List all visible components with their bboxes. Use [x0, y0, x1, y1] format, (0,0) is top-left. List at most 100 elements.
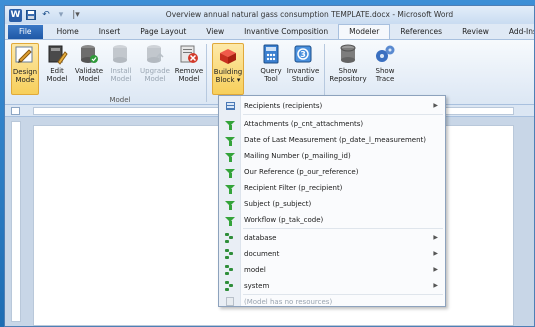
svg-text:3: 3 — [300, 50, 306, 59]
tab-insert[interactable]: Insert — [89, 25, 131, 39]
menu-item-label: Date of Last Measurement (p_date_l_measu… — [244, 135, 426, 144]
submenu-arrow-icon: ▶ — [433, 266, 438, 273]
building-block-label-1: Building — [213, 68, 243, 76]
submenu-arrow-icon: ▶ — [433, 234, 438, 241]
tree-icon — [225, 264, 235, 275]
filter-icon — [225, 121, 235, 130]
menu-separator — [243, 114, 443, 115]
menu-item-label: database — [244, 233, 277, 242]
ribbon-group-separator — [206, 44, 207, 102]
show-repository-icon — [337, 43, 359, 65]
menu-item-label: Attachments (p_cnt_attachments) — [244, 119, 364, 128]
query-tool-label-1: Query — [260, 67, 282, 75]
building-block-button[interactable]: Building Block ▾ — [212, 43, 244, 95]
query-tool-label-2: Tool — [264, 75, 278, 83]
show-repository-label-1: Show — [338, 67, 358, 75]
submenu-arrow-icon: ▶ — [433, 102, 438, 109]
query-tool-icon — [260, 43, 282, 65]
menu-item-document[interactable]: document ▶ — [219, 246, 445, 261]
menu-item-date-of-last-measurement[interactable]: Date of Last Measurement (p_date_l_measu… — [219, 132, 445, 147]
filter-icon — [225, 217, 235, 226]
resource-icon — [226, 297, 234, 306]
building-block-icon — [217, 44, 239, 66]
upgrade-model-label-2: Model — [144, 75, 166, 83]
menu-item-subject[interactable]: Subject (p_subject) — [219, 196, 445, 211]
tree-icon — [225, 232, 235, 243]
edit-model-label-1: Edit — [50, 67, 64, 75]
menu-item-label: (Model has no resources) — [244, 297, 333, 306]
window-title: Overview annual natural gass consumption… — [165, 10, 454, 19]
menu-item-label: Workflow (p_tak_code) — [244, 215, 324, 224]
menu-item-model[interactable]: model ▶ — [219, 262, 445, 277]
word-window: W ↶ ▾ |▾ Overview annual natural gass co… — [4, 5, 535, 327]
show-repository-button[interactable]: Show Repository — [329, 43, 367, 95]
design-mode-icon — [14, 44, 36, 66]
upgrade-model-button[interactable]: Upgrade Model — [140, 43, 170, 95]
filter-icon — [225, 137, 235, 146]
filter-icon — [225, 201, 235, 210]
filter-icon — [225, 169, 235, 178]
show-repository-label-2: Repository — [329, 75, 367, 83]
validate-model-button[interactable]: Validate Model — [75, 43, 103, 95]
menu-item-recipient-filter[interactable]: Recipient Filter (p_recipient) — [219, 180, 445, 195]
tab-page-layout[interactable]: Page Layout — [130, 25, 196, 39]
menu-item-label: Subject (p_subject) — [244, 199, 312, 208]
show-trace-button[interactable]: Show Trace — [371, 43, 399, 95]
design-mode-label-2: Mode — [15, 76, 35, 84]
building-block-label-2: Block ▾ — [215, 76, 241, 84]
title-bar: W ↶ ▾ |▾ Overview annual natural gass co… — [5, 6, 534, 24]
menu-item-label: Mailing Number (p_mailing_id) — [244, 151, 351, 160]
menu-item-label: model — [244, 265, 266, 274]
show-trace-label-1: Show — [375, 67, 395, 75]
edit-model-label-2: Model — [46, 75, 68, 83]
tab-references[interactable]: References — [390, 25, 452, 39]
menu-item-our-reference[interactable]: Our Reference (p_our_reference) — [219, 164, 445, 179]
invantive-studio-icon: 3 — [292, 43, 314, 65]
install-model-label-2: Model — [110, 75, 132, 83]
menu-item-recipients[interactable]: Recipients (recipients) ▶ — [219, 98, 445, 113]
install-model-icon — [110, 43, 132, 65]
menu-item-workflow[interactable]: Workflow (p_tak_code) — [219, 212, 445, 227]
remove-model-button[interactable]: Remove Model — [175, 43, 203, 95]
menu-item-mailing-number[interactable]: Mailing Number (p_mailing_id) — [219, 148, 445, 163]
validate-model-label-2: Model — [78, 75, 100, 83]
submenu-arrow-icon: ▶ — [433, 282, 438, 289]
menu-item-no-resources: (Model has no resources) — [219, 294, 445, 309]
building-block-menu: Recipients (recipients) ▶ Attachments (p… — [218, 95, 446, 307]
show-trace-icon — [374, 43, 396, 65]
remove-model-label-1: Remove — [174, 67, 204, 75]
table-icon — [225, 101, 235, 110]
tab-add-ins[interactable]: Add-Ins — [499, 25, 534, 39]
ribbon-group-separator-2 — [324, 44, 325, 102]
menu-item-label: Recipient Filter (p_recipient) — [244, 183, 343, 192]
filter-icon — [225, 185, 235, 194]
vertical-ruler — [11, 121, 21, 322]
ribbon-group-label-model: Model — [109, 96, 131, 104]
install-model-label-1: Install — [110, 67, 132, 75]
menu-item-attachments[interactable]: Attachments (p_cnt_attachments) — [219, 116, 445, 131]
tab-selector-icon[interactable] — [11, 107, 20, 115]
validate-model-label-1: Validate — [74, 67, 104, 75]
tree-icon — [225, 280, 235, 291]
edit-model-button[interactable]: Edit Model — [43, 43, 71, 95]
menu-separator — [243, 228, 443, 229]
tab-view[interactable]: View — [196, 25, 234, 39]
tab-invantive-composition[interactable]: Invantive Composition — [234, 25, 338, 39]
menu-item-database[interactable]: database ▶ — [219, 230, 445, 245]
filter-icon — [225, 153, 235, 162]
upgrade-model-icon — [144, 43, 166, 65]
ribbon-tabs: File Home Insert Page Layout View Invant… — [5, 24, 534, 39]
menu-item-label: document — [244, 249, 280, 258]
menu-item-label: system — [244, 281, 270, 290]
tree-icon — [225, 248, 235, 259]
design-mode-button[interactable]: Design Mode — [11, 43, 39, 95]
tab-modeler[interactable]: Modeler — [338, 24, 391, 39]
query-tool-button[interactable]: Query Tool — [257, 43, 285, 95]
tab-review[interactable]: Review — [452, 25, 499, 39]
install-model-button[interactable]: Install Model — [107, 43, 135, 95]
remove-model-icon — [178, 43, 200, 65]
invantive-studio-button[interactable]: 3 Invantive Studio — [287, 43, 319, 95]
tab-home[interactable]: Home — [47, 25, 89, 39]
menu-item-system[interactable]: system ▶ — [219, 278, 445, 293]
tab-file[interactable]: File — [8, 25, 43, 39]
